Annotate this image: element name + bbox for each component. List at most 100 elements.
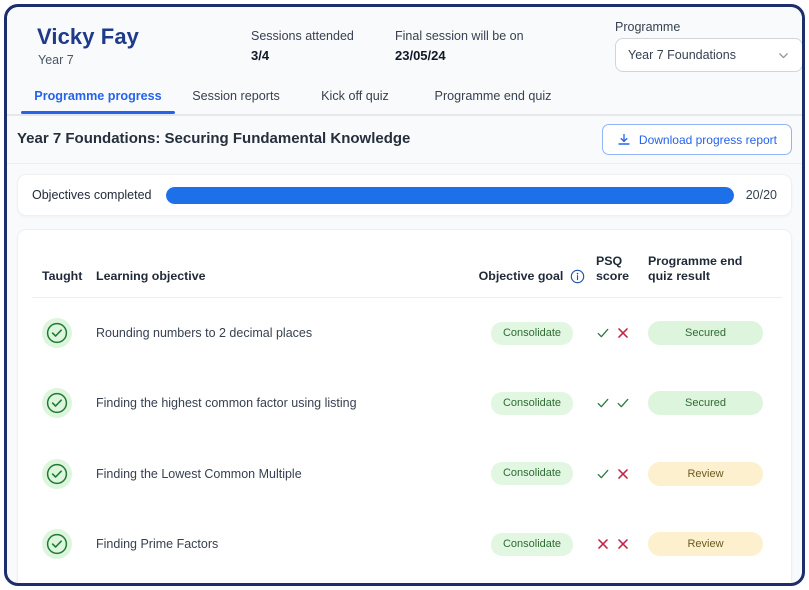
quiz-result-badge: Secured — [648, 391, 763, 415]
column-header-programme-end-quiz-result: Programme end quiz result — [648, 230, 782, 298]
objective-goal-badge: Consolidate — [491, 322, 573, 345]
app-window: Vicky Fay Year 7 Sessions attended 3/4 F… — [4, 4, 805, 586]
app-content: Vicky Fay Year 7 Sessions attended 3/4 F… — [7, 7, 802, 583]
programme-label: Programme — [615, 20, 802, 34]
column-header-learning-objective: Learning objective — [96, 230, 468, 298]
progress-count: 20/20 — [746, 188, 777, 202]
progress-bar-fill — [166, 187, 734, 204]
stat-sessions-label: Sessions attended — [251, 28, 354, 44]
cell-learning-objective: Finding the highest common factor using … — [96, 368, 468, 439]
column-header-end-line2: quiz result — [648, 269, 782, 284]
column-header-psq-line2: score — [596, 269, 648, 284]
cell-taught — [32, 368, 96, 439]
tab-bar: Programme progress Session reports Kick … — [7, 85, 802, 116]
tick-icon — [616, 396, 630, 410]
cell-taught — [32, 509, 96, 580]
cell-taught — [32, 298, 96, 369]
quiz-result-badge: Review — [648, 532, 763, 556]
tab-session-reports[interactable]: Session reports — [175, 85, 297, 112]
cross-icon — [616, 467, 630, 481]
table-head: Taught Learning objective Objective goal — [32, 230, 782, 298]
check-circle-icon — [42, 529, 72, 559]
title-row: Year 7 Foundations: Securing Fundamental… — [7, 116, 802, 164]
table-header-row: Taught Learning objective Objective goal — [32, 230, 782, 298]
table-row: Rounding numbers to 2 decimal places Cons… — [32, 298, 782, 369]
cell-programme-end-quiz-result: Review — [648, 439, 782, 510]
learning-objective-text: Finding the highest common factor using … — [96, 396, 357, 410]
stat-final-value: 23/05/24 — [395, 47, 524, 65]
objectives-progress-card: Objectives completed 20/20 — [17, 174, 792, 216]
progress-label: Objectives completed — [32, 188, 152, 202]
download-icon — [617, 133, 631, 147]
learning-objective-text: Finding the Lowest Common Multiple — [96, 467, 302, 481]
cross-icon — [616, 326, 630, 340]
cross-icon — [596, 537, 610, 551]
table-row: Finding the Lowest Common Multiple Consol… — [32, 439, 782, 510]
column-header-end-line1: Programme end — [648, 254, 782, 269]
tab-programme-end-quiz[interactable]: Programme end quiz — [413, 85, 573, 112]
student-year: Year 7 — [38, 53, 74, 67]
column-header-objective-goal: Objective goal — [468, 230, 596, 298]
tab-programme-progress[interactable]: Programme progress — [21, 85, 175, 112]
programme-select[interactable]: Year 7 Foundations — [615, 38, 802, 72]
cell-objective-goal: Consolidate — [468, 509, 596, 580]
programme-selector-group: Programme Year 7 Foundations — [615, 20, 802, 72]
chevron-down-icon — [777, 49, 790, 62]
objective-goal-badge: Consolidate — [491, 533, 573, 556]
table-row: Finding the highest common factor using … — [32, 368, 782, 439]
cell-psq-score — [596, 368, 648, 439]
tick-icon — [596, 396, 610, 410]
cross-icon — [616, 537, 630, 551]
info-icon[interactable] — [570, 269, 585, 284]
psq-score-marks — [596, 396, 648, 410]
check-circle-icon — [42, 459, 72, 489]
cell-programme-end-quiz-result: Review — [648, 509, 782, 580]
stat-final-session: Final session will be on 23/05/24 — [395, 28, 524, 65]
objectives-table-card: Taught Learning objective Objective goal — [17, 229, 792, 583]
learning-objective-text: Finding Prime Factors — [96, 537, 218, 551]
psq-score-marks — [596, 537, 648, 551]
check-circle-icon — [42, 388, 72, 418]
tab-kick-off-quiz[interactable]: Kick off quiz — [297, 85, 413, 112]
download-progress-report-button[interactable]: Download progress report — [602, 124, 792, 155]
cell-psq-score — [596, 509, 648, 580]
tick-icon — [596, 467, 610, 481]
column-header-psq-line1: PSQ — [596, 254, 648, 269]
psq-score-marks — [596, 467, 648, 481]
cell-objective-goal: Consolidate — [468, 298, 596, 369]
psq-score-marks — [596, 326, 648, 340]
table-row: Finding Prime Factors Consolidate Review — [32, 509, 782, 580]
stat-sessions-attended: Sessions attended 3/4 — [251, 28, 354, 65]
programme-select-value: Year 7 Foundations — [628, 48, 736, 62]
cell-psq-score — [596, 439, 648, 510]
learning-objective-text: Rounding numbers to 2 decimal places — [96, 326, 312, 340]
cell-taught — [32, 439, 96, 510]
column-header-objective-goal-label: Objective goal — [479, 269, 564, 284]
stat-sessions-value: 3/4 — [251, 47, 354, 65]
stat-final-label: Final session will be on — [395, 28, 524, 44]
cell-objective-goal: Consolidate — [468, 368, 596, 439]
cell-psq-score — [596, 298, 648, 369]
tick-icon — [596, 326, 610, 340]
download-button-label: Download progress report — [639, 133, 777, 147]
header: Vicky Fay Year 7 Sessions attended 3/4 F… — [7, 7, 802, 85]
objective-goal-badge: Consolidate — [491, 392, 573, 415]
table-body: Rounding numbers to 2 decimal places Cons… — [32, 298, 782, 580]
main-content: Objectives completed 20/20 Taught Learni… — [7, 164, 802, 583]
column-header-psq-score: PSQ score — [596, 230, 648, 298]
quiz-result-badge: Secured — [648, 321, 763, 345]
student-name: Vicky Fay — [37, 24, 139, 50]
column-header-taught: Taught — [32, 230, 96, 298]
cell-programme-end-quiz-result: Secured — [648, 298, 782, 369]
progress-bar-track — [166, 187, 734, 204]
cell-learning-objective: Rounding numbers to 2 decimal places — [96, 298, 468, 369]
cell-learning-objective: Finding the Lowest Common Multiple — [96, 439, 468, 510]
cell-learning-objective: Finding Prime Factors — [96, 509, 468, 580]
check-circle-icon — [42, 318, 72, 348]
page-title: Year 7 Foundations: Securing Fundamental… — [17, 130, 410, 147]
cell-objective-goal: Consolidate — [468, 439, 596, 510]
quiz-result-badge: Review — [648, 462, 763, 486]
cell-programme-end-quiz-result: Secured — [648, 368, 782, 439]
objectives-table: Taught Learning objective Objective goal — [32, 230, 782, 580]
objective-goal-badge: Consolidate — [491, 462, 573, 485]
